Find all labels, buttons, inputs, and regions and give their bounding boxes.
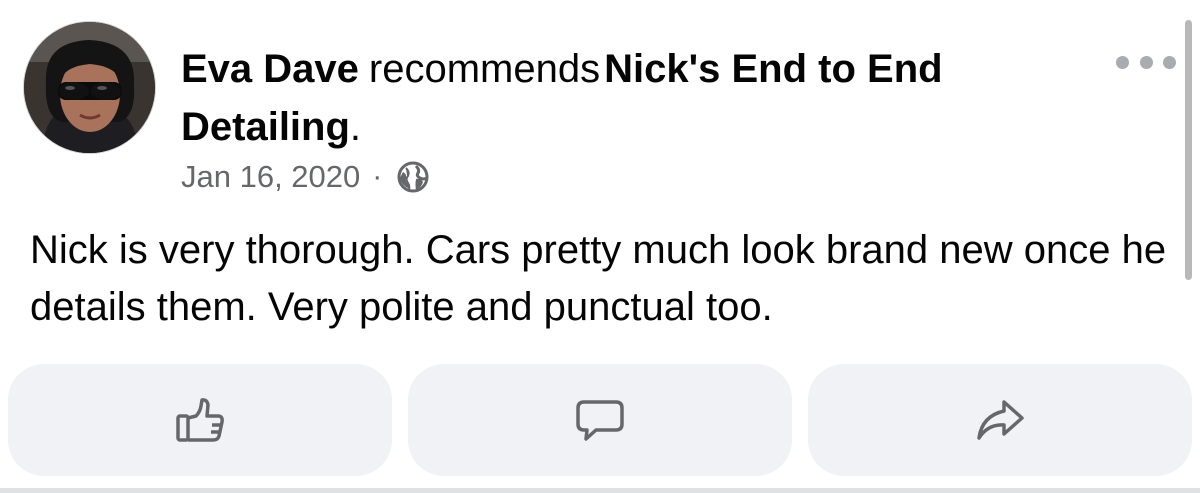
like-button[interactable] <box>8 364 392 476</box>
globe-icon <box>396 160 430 194</box>
more-options-icon[interactable] <box>1116 50 1176 74</box>
post-meta: Jan 16, 2020 · <box>181 157 430 197</box>
more-dot <box>1116 55 1129 69</box>
recommendation-post: Eva Dave recommends Nick's End to End Deta… <box>0 0 1200 493</box>
recommends-label: recommends <box>368 47 601 91</box>
scrollbar[interactable] <box>1185 20 1192 280</box>
meta-separator: · <box>372 160 383 193</box>
post-text: Nick is very thorough. Cars pretty much … <box>30 228 1167 329</box>
post-date[interactable]: Jan 16, 2020 <box>181 159 360 195</box>
author-name[interactable]: Eva Dave <box>181 47 359 91</box>
more-dot <box>1139 55 1153 69</box>
header-period: . <box>349 105 362 149</box>
post-header: Eva Dave recommends Nick's End to End Deta… <box>181 40 1081 156</box>
comment-icon <box>574 394 626 446</box>
avatar-image <box>24 22 155 153</box>
share-icon <box>974 394 1026 446</box>
action-bar <box>8 364 1192 476</box>
author-avatar[interactable] <box>24 22 155 153</box>
thumbs-up-icon <box>174 394 226 446</box>
share-button[interactable] <box>808 364 1192 476</box>
post-divider <box>0 488 1200 493</box>
more-dot <box>1163 55 1176 69</box>
comment-button[interactable] <box>408 364 792 476</box>
